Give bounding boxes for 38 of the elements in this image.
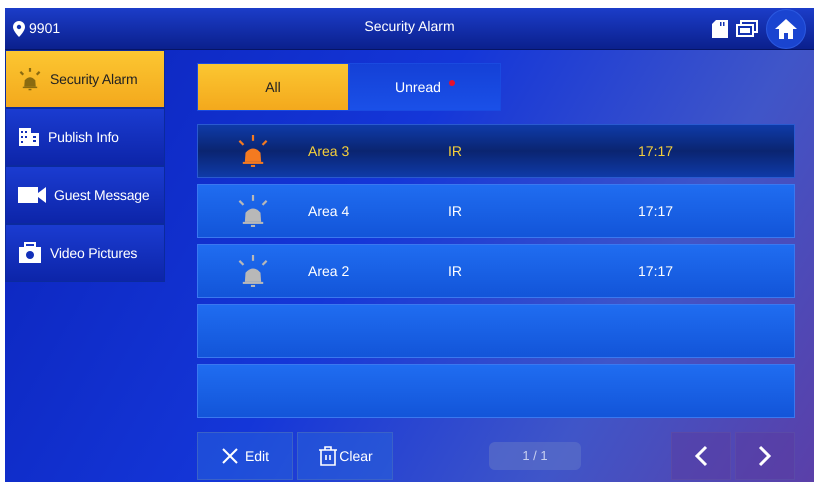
area-name: Area 3 [308, 142, 350, 158]
sidebar-item[interactable]: Guest Message [5, 166, 165, 224]
close-icon [220, 447, 239, 465]
sd-card-icon [712, 20, 728, 38]
alarm-row[interactable]: Area 3 IR 17:17 [197, 124, 795, 178]
building-icon [18, 127, 40, 147]
screen-title: Security Alarm [364, 17, 455, 36]
sidebar-item[interactable]: Video Pictures [5, 224, 165, 282]
alarm-time: 17:17 [638, 262, 674, 278]
camera-icon [18, 242, 42, 264]
bell-icon [18, 67, 42, 91]
alarm-type: IR [448, 262, 462, 278]
room-number: 9901 [29, 19, 60, 38]
home-icon [774, 18, 798, 40]
trash-icon [317, 445, 340, 467]
chevron-left-icon [694, 445, 708, 467]
clear-button[interactable]: Clear [297, 432, 393, 480]
video-camera-icon [18, 186, 46, 204]
filter-tab[interactable]: All [197, 63, 349, 111]
edit-button[interactable]: Edit [197, 432, 293, 480]
previous-button[interactable] [671, 432, 731, 480]
alarm-time: 17:17 [638, 202, 674, 218]
area-name: Area 4 [308, 202, 350, 218]
location-pin-icon [13, 20, 25, 36]
next-button[interactable] [735, 432, 795, 480]
alarm-time: 17:17 [638, 142, 674, 158]
area-name: Area 2 [308, 262, 350, 278]
monitors-icon [736, 20, 758, 38]
filter-tab[interactable]: Unread [349, 63, 501, 111]
page-indicator: 1 / 1 [489, 442, 581, 470]
sidebar-item[interactable]: Security Alarm [5, 50, 165, 108]
sidebar-item[interactable]: Publish Info [5, 108, 165, 166]
home-button[interactable] [766, 8, 806, 48]
chevron-right-icon [758, 445, 772, 467]
alarm-row[interactable]: Area 2 IR 17:17 [197, 244, 795, 298]
alarm-type: IR [448, 202, 462, 218]
alarm-type: IR [448, 142, 462, 158]
alarm-row[interactable]: Area 4 IR 17:17 [197, 184, 795, 238]
